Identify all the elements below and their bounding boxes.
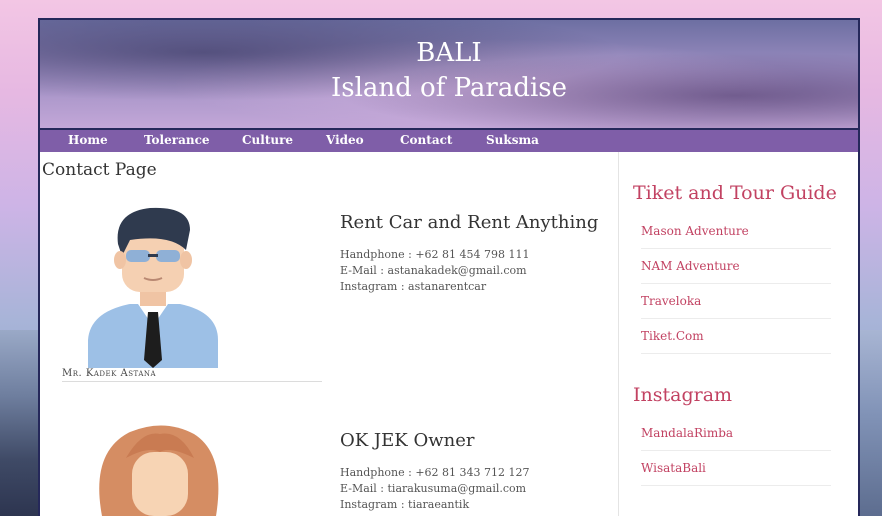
contact-phone: Handphone : +62 81 454 798 111 — [340, 248, 530, 261]
contact-heading: OK JEK Owner — [340, 430, 475, 451]
nav-suksma[interactable]: Suksma — [486, 133, 539, 147]
nav-culture[interactable]: Culture — [242, 133, 293, 147]
background-sea-left — [0, 330, 40, 516]
contact-name-caption: Mr. Kadek Astana — [62, 368, 322, 382]
sidebar: Tiket and Tour Guide Mason Adventure NAM… — [618, 152, 859, 516]
sidebar-link-mason-adventure[interactable]: Mason Adventure — [641, 214, 831, 249]
sidebar-link-tiket-com[interactable]: Tiket.Com — [641, 319, 831, 354]
contact-photo-panel — [60, 412, 322, 516]
page-container: BALI Island of Paradise Home Tolerance C… — [40, 20, 858, 516]
nav-home[interactable]: Home — [68, 133, 108, 147]
woman-avatar-icon — [99, 425, 219, 516]
sidebar-link-wisatabali[interactable]: WisataBali — [641, 451, 831, 486]
contact-instagram: Instagram : astanarentcar — [340, 280, 487, 293]
contact-email[interactable]: E-Mail : astanakadek@gmail.com — [340, 264, 527, 277]
banner-title: BALI — [416, 38, 482, 68]
contact-photo-panel: Mr. Kadek Astana — [60, 200, 322, 386]
nav-bar: Home Tolerance Culture Video Contact Suk… — [40, 130, 858, 152]
banner-subtitle: Island of Paradise — [330, 73, 568, 103]
man-avatar-icon — [88, 207, 218, 368]
nav-video[interactable]: Video — [326, 133, 364, 147]
sidebar-heading-tour: Tiket and Tour Guide — [633, 182, 837, 204]
contact-email[interactable]: E-Mail : tiarakusuma@gmail.com — [340, 482, 526, 495]
nav-tolerance[interactable]: Tolerance — [144, 133, 210, 147]
banner: BALI Island of Paradise — [40, 20, 858, 130]
contact-phone: Handphone : +62 81 343 712 127 — [340, 466, 530, 479]
nav-contact[interactable]: Contact — [400, 133, 452, 147]
sidebar-link-traveloka[interactable]: Traveloka — [641, 284, 831, 319]
contact-instagram: Instagram : tiaraeantik — [340, 498, 470, 511]
contact-heading: Rent Car and Rent Anything — [340, 212, 599, 233]
sidebar-heading-instagram: Instagram — [633, 384, 733, 406]
sidebar-link-mandalarimba[interactable]: MandalaRimba — [641, 416, 831, 451]
page-title: Contact Page — [42, 160, 157, 180]
sidebar-link-nam-adventure[interactable]: NAM Adventure — [641, 249, 831, 284]
